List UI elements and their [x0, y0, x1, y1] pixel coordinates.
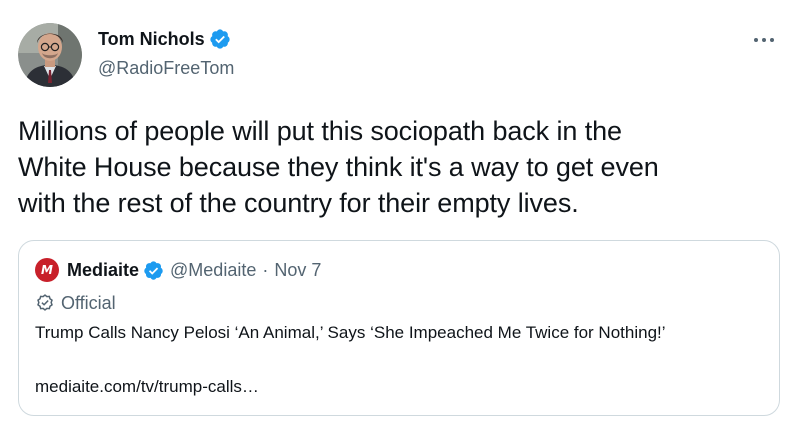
- mediaite-logo-letter: M: [41, 263, 53, 277]
- mediaite-logo: M: [35, 258, 59, 282]
- more-options-button[interactable]: [749, 28, 779, 52]
- author-avatar[interactable]: [18, 23, 82, 87]
- quoted-link[interactable]: mediaite.com/tv/trump-calls…: [35, 375, 259, 399]
- verified-badge-icon: [210, 29, 230, 49]
- verified-badge-icon: [144, 260, 163, 280]
- more-dots-icon: [754, 38, 774, 42]
- tweet-card: Tom Nichols @RadioFreeTom Millions of pe…: [0, 0, 795, 426]
- quoted-author-handle: @Mediaite: [170, 259, 257, 280]
- avatar-photo: [18, 23, 82, 87]
- tweet-text: Millions of people will put this sociopa…: [18, 116, 659, 218]
- quoted-header: M Mediaite @Mediaite · Nov 7: [35, 257, 321, 283]
- separator-dot: ·: [262, 259, 269, 280]
- quoted-date[interactable]: Nov 7: [274, 260, 321, 281]
- author-handle[interactable]: @RadioFreeTom: [98, 56, 234, 80]
- official-label: Official: [61, 292, 116, 313]
- official-check-icon: [37, 294, 53, 311]
- author-name-row: Tom Nichols: [98, 27, 231, 51]
- author-name[interactable]: Tom Nichols: [98, 27, 205, 51]
- quoted-article-title: Trump Calls Nancy Pelosi ‘An Animal,’ Sa…: [35, 323, 666, 342]
- quoted-author-name[interactable]: Mediaite: [67, 260, 139, 281]
- official-label-row: Official: [35, 291, 116, 315]
- quoted-tweet[interactable]: M Mediaite @Mediaite · Nov 7 Official Tr…: [18, 240, 780, 416]
